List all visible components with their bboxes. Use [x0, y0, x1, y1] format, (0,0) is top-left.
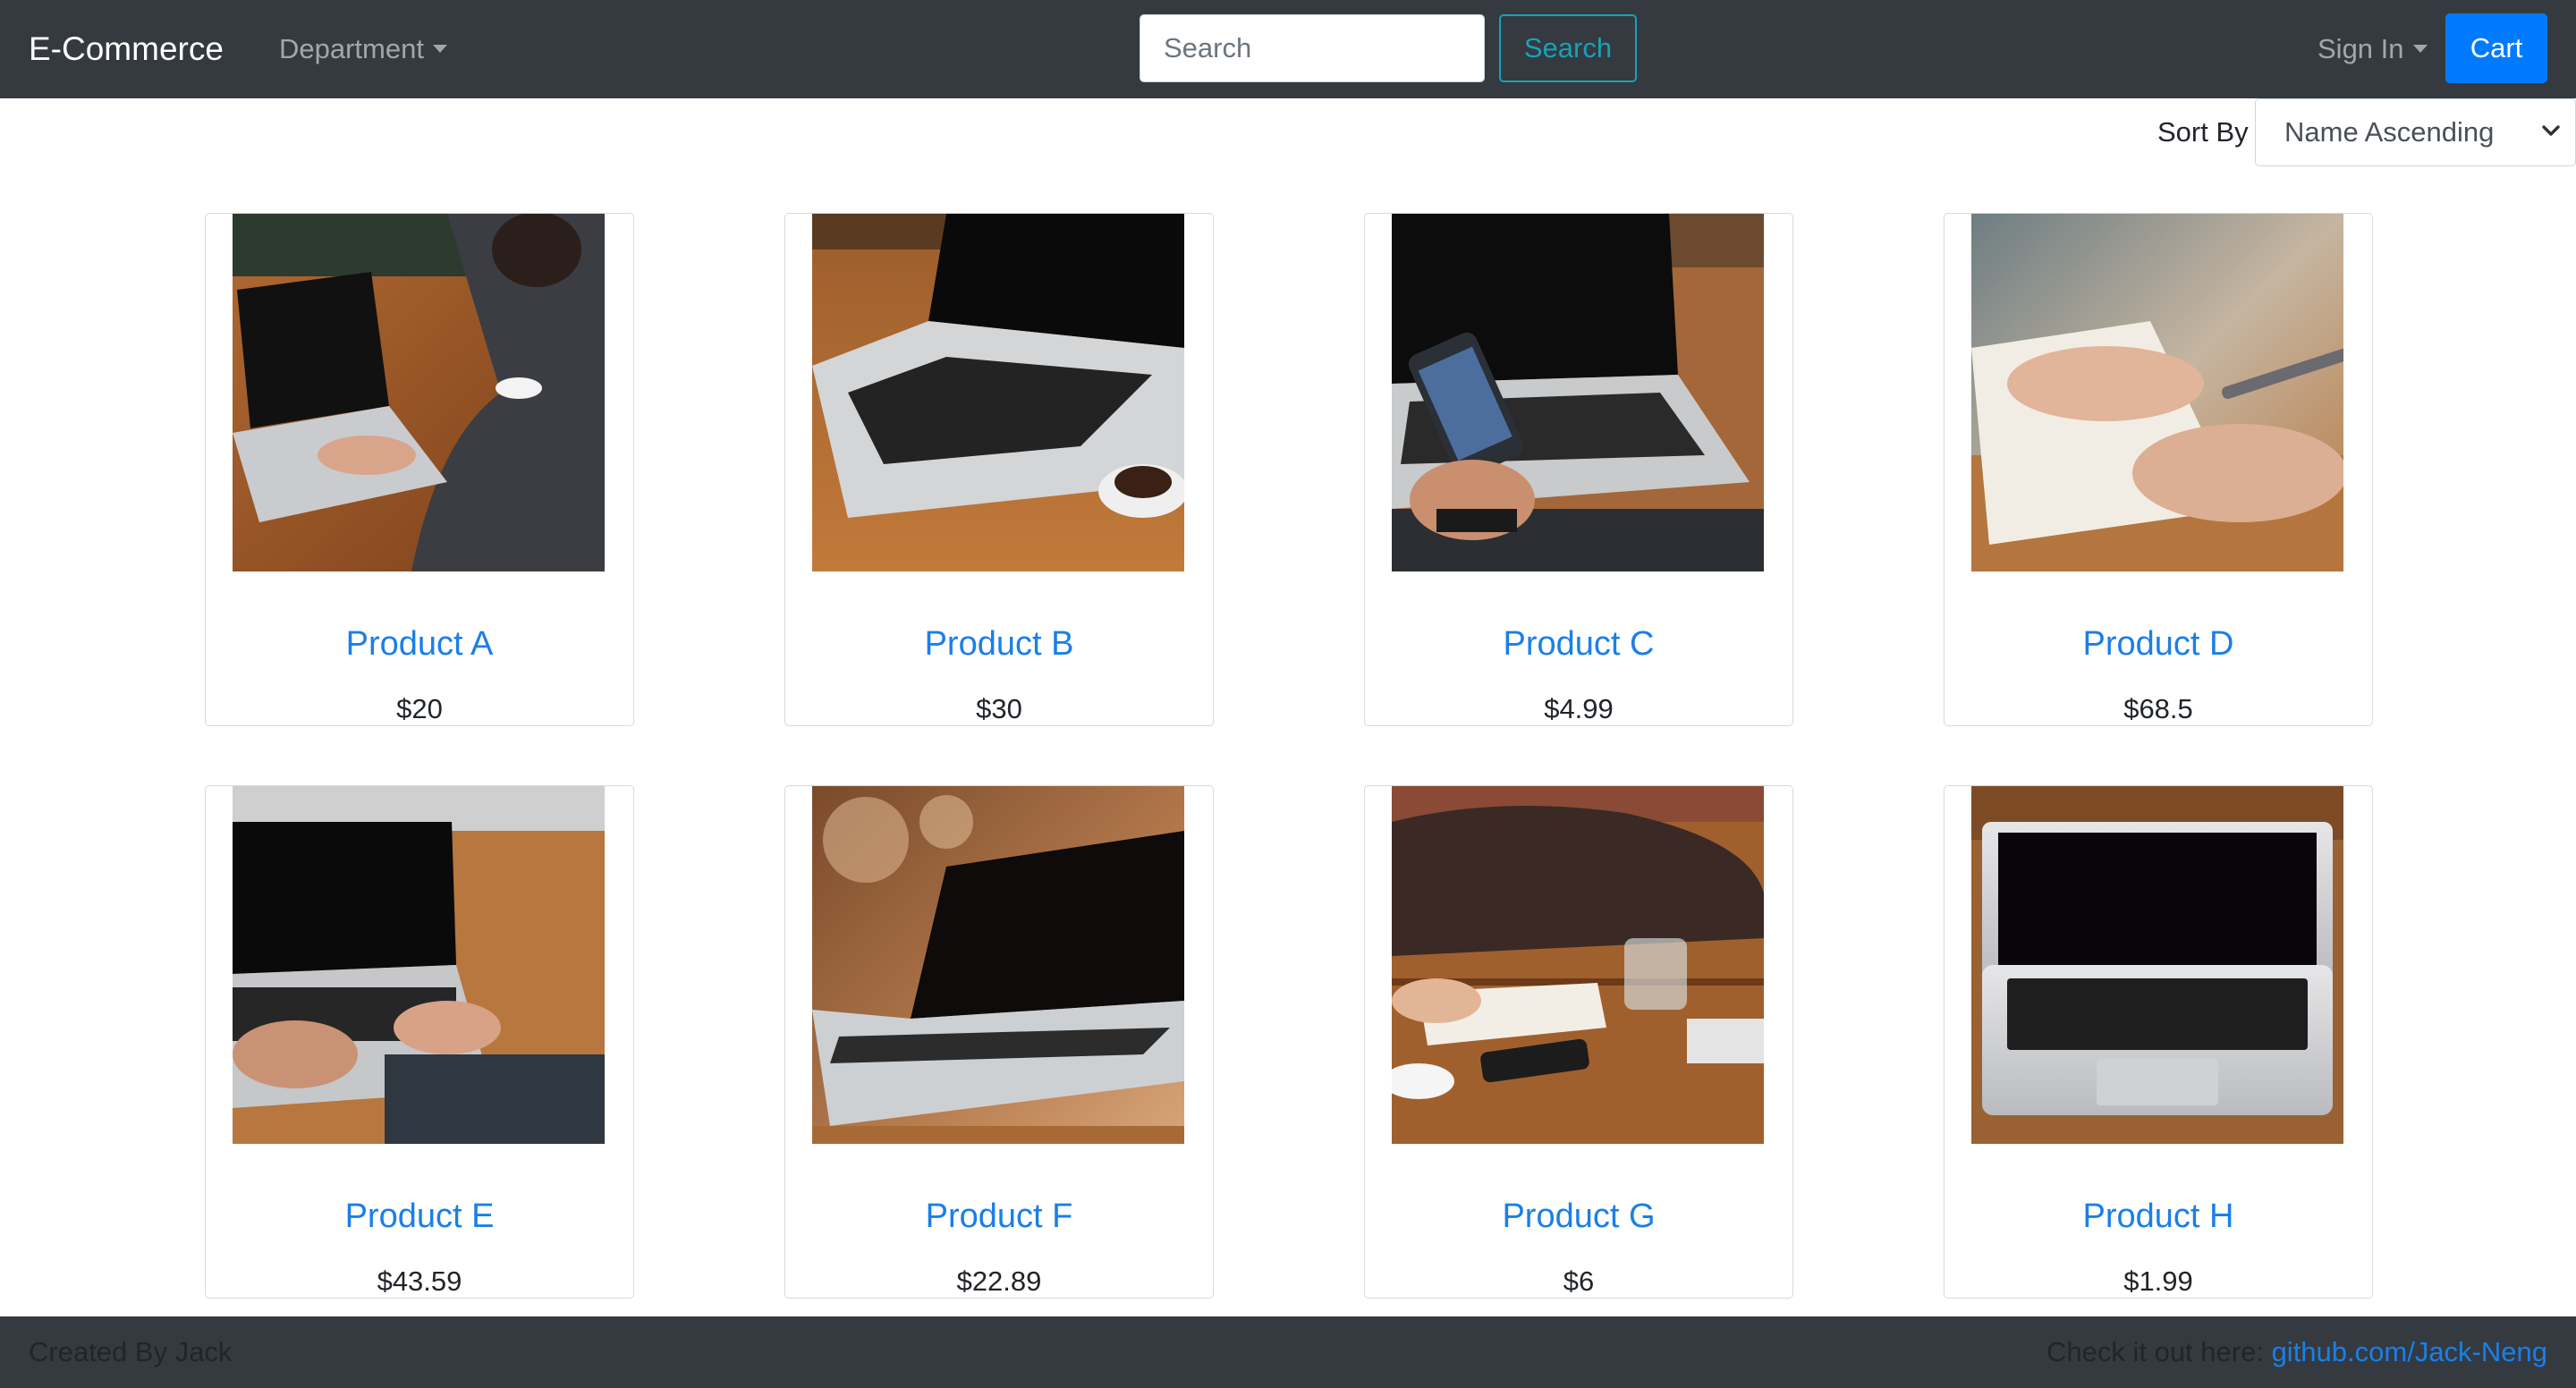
product-name-link[interactable]: Product C: [1365, 623, 1792, 664]
chevron-down-icon: [2542, 125, 2560, 136]
product-image[interactable]: [812, 786, 1184, 1144]
search-button[interactable]: Search: [1499, 14, 1637, 82]
department-dropdown[interactable]: Department: [279, 0, 447, 98]
product-name-link[interactable]: Product A: [206, 623, 633, 664]
brand-logo[interactable]: E-Commerce: [29, 0, 224, 98]
caret-down-icon: [432, 45, 447, 54]
product-name-link[interactable]: Product H: [1945, 1196, 2372, 1237]
product-price: $22.89: [956, 1265, 1042, 1297]
sort-select[interactable]: Name Ascending: [2255, 98, 2576, 166]
product-price: $30: [976, 693, 1022, 724]
sign-in-label: Sign In: [2318, 33, 2404, 64]
top-navbar: E-Commerce Department Search Sign In Car…: [0, 0, 2576, 98]
footer: Created By Jack Check it out here: githu…: [0, 1316, 2576, 1388]
department-label: Department: [279, 33, 424, 64]
product-name-link[interactable]: Product D: [1945, 623, 2372, 664]
product-name-link[interactable]: Product F: [785, 1196, 1213, 1237]
caret-down-icon: [2412, 45, 2428, 54]
product-card[interactable]: Product B $30: [784, 213, 1214, 726]
product-image[interactable]: [233, 786, 605, 1144]
product-name-link[interactable]: Product E: [206, 1196, 633, 1237]
product-name-link[interactable]: Product B: [785, 623, 1213, 664]
footer-credit: Created By Jack: [29, 1336, 233, 1367]
product-card[interactable]: Product G $6: [1364, 785, 1793, 1299]
footer-check-text: Check it out here:: [2046, 1336, 2272, 1367]
product-price: $4.99: [1544, 693, 1614, 724]
product-price: $43.59: [377, 1265, 462, 1297]
product-card[interactable]: Product C $4.99: [1364, 213, 1793, 726]
product-card[interactable]: Product E $43.59: [205, 785, 634, 1299]
product-price: $6: [1563, 1265, 1595, 1297]
product-image[interactable]: [812, 214, 1184, 571]
product-card[interactable]: Product A $20: [205, 213, 634, 726]
search-input[interactable]: [1140, 14, 1485, 82]
product-image[interactable]: [1971, 786, 2343, 1144]
product-name-link[interactable]: Product G: [1365, 1196, 1792, 1237]
cart-button[interactable]: Cart: [2445, 13, 2547, 83]
product-price: $20: [396, 693, 443, 724]
product-price: $68.5: [2123, 693, 2193, 724]
product-image[interactable]: [1392, 214, 1764, 571]
product-image[interactable]: [1392, 786, 1764, 1144]
product-price: $1.99: [2123, 1265, 2193, 1297]
sign-in-dropdown[interactable]: Sign In: [2318, 0, 2428, 98]
sort-by-label: Sort By: [2157, 116, 2249, 148]
product-card[interactable]: Product D $68.5: [1944, 213, 2373, 726]
product-card[interactable]: Product F $22.89: [784, 785, 1214, 1299]
footer-link-group: Check it out here: github.com/Jack-Neng: [2046, 1316, 2547, 1388]
product-image[interactable]: [233, 214, 605, 571]
sort-selected-value: Name Ascending: [2284, 116, 2495, 148]
product-image[interactable]: [1971, 214, 2343, 571]
github-link[interactable]: github.com/Jack-Neng: [2272, 1336, 2547, 1367]
product-card[interactable]: Product H $1.99: [1944, 785, 2373, 1299]
